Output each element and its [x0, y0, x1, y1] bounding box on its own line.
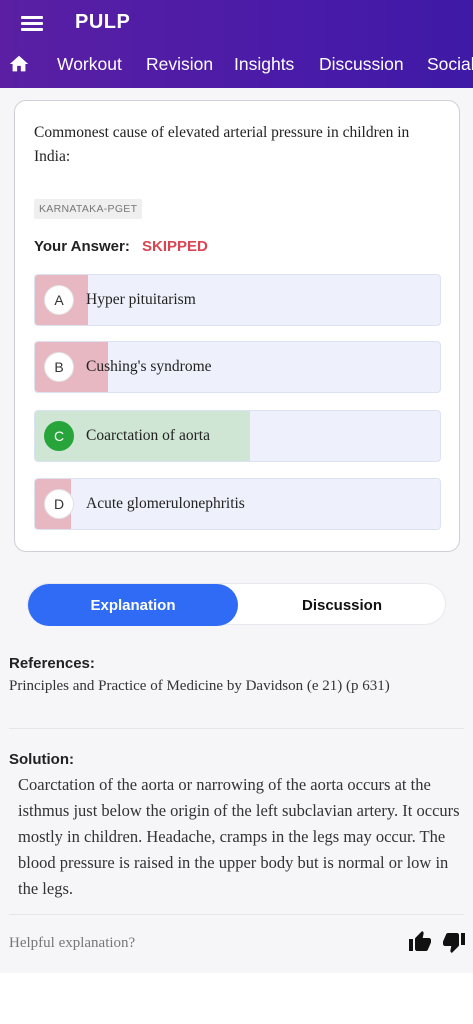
thumbs-down-icon[interactable] — [442, 930, 466, 954]
option-b-text: Cushing's syndrome — [86, 358, 212, 375]
explanation-tabs: Explanation Discussion — [27, 583, 447, 626]
home-icon[interactable] — [8, 53, 30, 75]
option-d-text: Acute glomerulonephritis — [86, 495, 245, 512]
nav-insights[interactable]: Insights — [234, 54, 294, 75]
exam-tag: KARNATAKA-PGET — [34, 199, 143, 219]
your-answer-label: Your Answer: — [34, 238, 130, 255]
references-title: References: — [9, 655, 95, 672]
option-d[interactable]: D Acute glomerulonephritis — [34, 478, 441, 530]
app-header: PULP Workout Revision Insights Discussio… — [0, 0, 473, 88]
question-text: Commonest cause of elevated arterial pre… — [34, 124, 410, 165]
option-a-letter: A — [44, 285, 74, 315]
nav-revision[interactable]: Revision — [146, 54, 213, 75]
references-text: Principles and Practice of Medicine by D… — [9, 678, 390, 694]
option-c-letter: C — [44, 421, 74, 451]
option-c-text: Coarctation of aorta — [86, 427, 210, 444]
option-d-letter: D — [44, 489, 74, 519]
hamburger-menu-icon[interactable] — [19, 12, 45, 34]
tab-explanation[interactable]: Explanation — [28, 584, 238, 626]
bottom-spacer — [0, 973, 473, 1024]
your-answer-value: SKIPPED — [142, 238, 208, 255]
divider — [9, 914, 464, 915]
option-a-text: Hyper pituitarism — [86, 291, 196, 308]
nav-social[interactable]: Social — [427, 54, 473, 75]
app-title: PULP — [75, 11, 131, 33]
helpful-prompt: Helpful explanation? — [9, 935, 136, 951]
solution-text: Coarctation of the aorta or narrowing of… — [18, 775, 460, 898]
option-a[interactable]: A Hyper pituitarism — [34, 274, 441, 326]
option-b-letter: B — [44, 352, 74, 382]
question-card: Commonest cause of elevated arterial pre… — [14, 100, 460, 552]
divider — [9, 728, 464, 729]
nav-discussion[interactable]: Discussion — [319, 54, 404, 75]
solution-title: Solution: — [9, 751, 74, 768]
option-c[interactable]: C Coarctation of aorta — [34, 410, 441, 462]
option-b[interactable]: B Cushing's syndrome — [34, 341, 441, 393]
tab-discussion[interactable]: Discussion — [237, 584, 447, 626]
thumbs-up-icon[interactable] — [408, 930, 432, 954]
nav-workout[interactable]: Workout — [57, 54, 122, 75]
